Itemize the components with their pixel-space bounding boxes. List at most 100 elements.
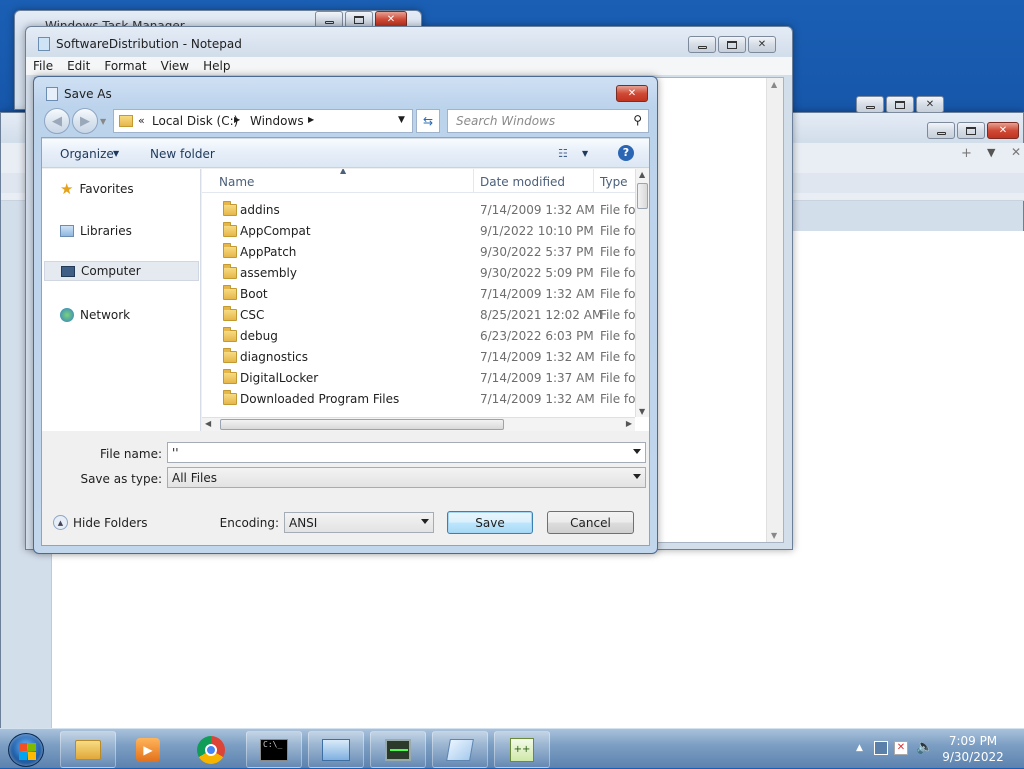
nav-computer[interactable]: Computer: [44, 261, 199, 281]
clock[interactable]: 7:09 PM 9/30/2022: [938, 733, 1008, 765]
encoding-select[interactable]: ANSI: [284, 512, 434, 533]
menu-edit[interactable]: Edit: [60, 57, 97, 75]
back-button[interactable]: ◀: [44, 108, 70, 134]
file-type: File folder: [600, 371, 636, 385]
scroll-up-icon[interactable]: ▲: [639, 170, 645, 179]
minimize-button[interactable]: [927, 122, 955, 139]
file-row[interactable]: Boot 7/14/2009 1:32 AM File folder: [202, 284, 636, 305]
new-folder-button[interactable]: New folder: [150, 147, 215, 161]
address-dropdown-icon[interactable]: ▼: [398, 115, 405, 125]
system-tray: ▲ ✕ 🔈 7:09 PM 9/30/2022: [834, 729, 1024, 769]
breadcrumb-overflow-icon[interactable]: «: [138, 114, 145, 127]
save-button[interactable]: Save: [447, 511, 533, 534]
view-options-icon[interactable]: ☷: [558, 147, 568, 160]
network-icon[interactable]: [874, 741, 888, 755]
minimize-button[interactable]: [688, 36, 716, 53]
cancel-button[interactable]: Cancel: [547, 511, 634, 534]
file-row[interactable]: AppCompat 9/1/2022 10:10 PM File folder: [202, 221, 636, 242]
breadcrumb-local-disk[interactable]: Local Disk (C:): [152, 114, 238, 128]
vertical-scrollbar[interactable]: ▲ ▼: [635, 169, 649, 417]
file-type: File folder: [600, 350, 636, 364]
file-row[interactable]: CSC 8/25/2021 12:02 AMFile folder: [202, 305, 636, 326]
nav-favorites[interactable]: ★ Favorites: [60, 179, 134, 199]
start-button[interactable]: [8, 733, 44, 767]
scroll-thumb[interactable]: [220, 419, 504, 430]
horizontal-scrollbar[interactable]: ◀ ▶: [202, 417, 635, 431]
file-name-input[interactable]: '': [167, 442, 646, 463]
file-row[interactable]: addins 7/14/2009 1:32 AM File folder: [202, 200, 636, 221]
chevron-down-icon[interactable]: [633, 474, 641, 479]
file-row[interactable]: AppPatch 9/30/2022 5:37 PM File folder: [202, 242, 636, 263]
breadcrumb-windows[interactable]: Windows: [250, 114, 304, 128]
search-box[interactable]: Search Windows ⚲: [447, 109, 649, 133]
address-bar[interactable]: « Local Disk (C:) ▶ Windows ▶ ▼: [113, 109, 413, 133]
file-row[interactable]: diagnostics 7/14/2009 1:32 AM File folder: [202, 347, 636, 368]
folder-icon: [223, 285, 237, 300]
scroll-down-icon[interactable]: ▼: [639, 407, 645, 416]
close-button[interactable]: ✕: [987, 122, 1019, 139]
organize-button[interactable]: Organize: [60, 147, 114, 161]
taskbar-chrome[interactable]: [183, 731, 239, 768]
menu-help[interactable]: Help: [196, 57, 237, 75]
chevron-down-icon[interactable]: [633, 449, 641, 454]
file-date: 9/1/2022 10:10 PM: [480, 224, 594, 238]
column-type[interactable]: Type: [600, 175, 628, 189]
taskbar-command-prompt[interactable]: C:\_: [246, 731, 302, 768]
chevron-down-icon[interactable]: [421, 519, 429, 524]
file-row[interactable]: Downloaded Program Files 7/14/2009 1:32 A…: [202, 389, 636, 410]
taskbar-explorer[interactable]: [60, 731, 116, 768]
maximize-button[interactable]: [886, 96, 914, 113]
refresh-button[interactable]: ⇆: [416, 109, 440, 133]
maximize-button[interactable]: [957, 122, 985, 139]
close-button[interactable]: ✕: [748, 36, 776, 53]
tab-add-icon[interactable]: +: [961, 146, 972, 161]
save-as-dialog[interactable]: Save As ✕ ◀ ▶ ▼ « Local Disk (C:) ▶ Wind…: [33, 76, 658, 554]
taskbar-notepad[interactable]: [432, 731, 488, 768]
taskbar-editor[interactable]: ++: [494, 731, 550, 768]
maximize-button[interactable]: [718, 36, 746, 53]
libraries-icon: [60, 225, 74, 237]
taskbar-media-player[interactable]: ▶: [120, 731, 176, 768]
column-date[interactable]: Date modified: [480, 175, 565, 189]
close-button[interactable]: ✕: [916, 96, 944, 113]
file-type: File folder: [600, 287, 636, 301]
file-list[interactable]: Name ▲ Date modified Type addins 7/14/200…: [202, 169, 649, 431]
close-button[interactable]: ✕: [616, 85, 648, 102]
help-icon[interactable]: ?: [618, 145, 634, 161]
notepad-scrollbar[interactable]: ▲ ▼: [766, 78, 783, 542]
menu-view[interactable]: View: [154, 57, 196, 75]
scroll-thumb[interactable]: [637, 183, 648, 209]
file-row[interactable]: debug 6/23/2022 6:03 PM File folder: [202, 326, 636, 347]
scroll-down-icon[interactable]: ▼: [771, 531, 777, 540]
file-row[interactable]: assembly 9/30/2022 5:09 PM File folder: [202, 263, 636, 284]
show-hidden-icons-icon[interactable]: ▲: [856, 743, 863, 753]
breadcrumb-chevron-icon[interactable]: ▶: [234, 115, 240, 124]
file-row[interactable]: DigitalLocker 7/14/2009 1:37 AM File folde…: [202, 368, 636, 389]
scroll-right-icon[interactable]: ▶: [626, 419, 632, 428]
hide-folders-button[interactable]: ▲ Hide Folders: [53, 515, 148, 530]
taskbar-task-manager[interactable]: [370, 731, 426, 768]
organize-dropdown-icon[interactable]: ▼: [113, 149, 119, 158]
scroll-left-icon[interactable]: ◀: [205, 419, 211, 428]
save-as-type-label: Save as type:: [80, 472, 162, 486]
file-date: 7/14/2009 1:32 AM: [480, 350, 595, 364]
column-name[interactable]: Name: [219, 175, 254, 189]
scroll-up-icon[interactable]: ▲: [771, 80, 777, 89]
minimize-button[interactable]: [856, 96, 884, 113]
tab-list-icon[interactable]: ▼: [987, 146, 995, 159]
menu-format[interactable]: Format: [97, 57, 153, 75]
nav-libraries[interactable]: Libraries: [60, 221, 132, 241]
save-as-type-select[interactable]: All Files: [167, 467, 646, 488]
tab-close-icon[interactable]: ✕: [1011, 145, 1021, 159]
search-icon[interactable]: ⚲: [633, 113, 642, 127]
view-dropdown-icon[interactable]: ▼: [582, 149, 588, 158]
volume-icon[interactable]: 🔈: [916, 739, 933, 755]
action-center-icon[interactable]: ✕: [894, 741, 908, 755]
recent-pages-icon[interactable]: ▼: [100, 117, 106, 126]
menu-file[interactable]: File: [26, 57, 60, 75]
breadcrumb-chevron-icon[interactable]: ▶: [308, 115, 314, 124]
nav-network[interactable]: Network: [60, 305, 130, 325]
taskbar-control-panel[interactable]: [308, 731, 364, 768]
forward-button[interactable]: ▶: [72, 108, 98, 134]
search-input[interactable]: Search Windows: [448, 114, 555, 128]
